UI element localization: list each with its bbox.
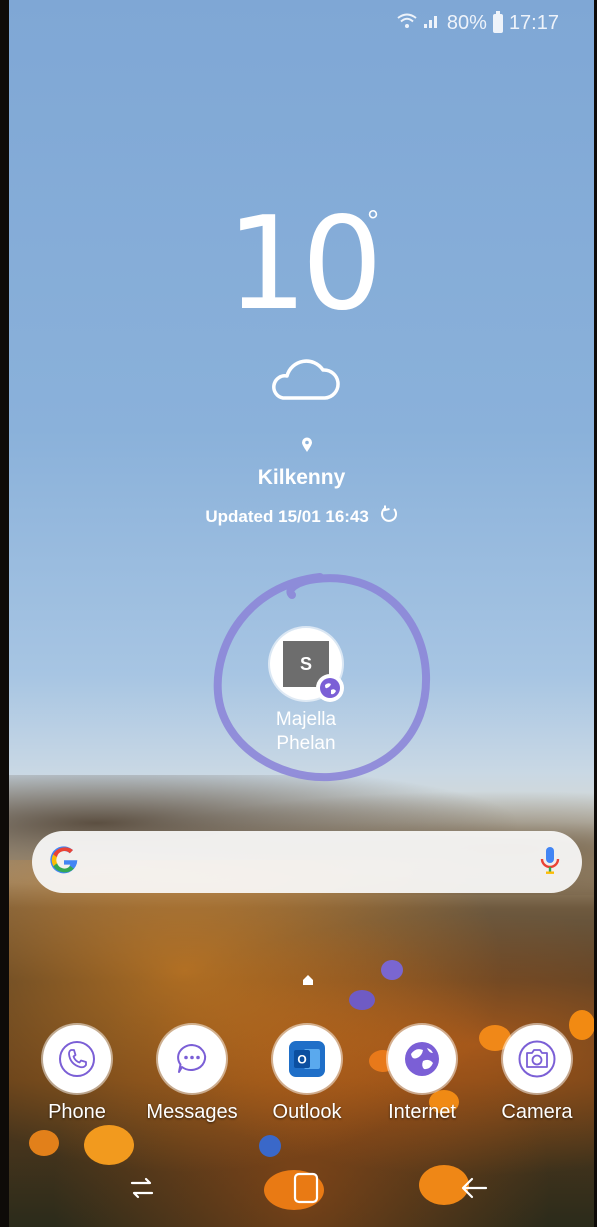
- degree-symbol: °: [367, 205, 379, 238]
- home-screen: 80% 17:17 10 ° Kilkenny Updated 15/01 16…: [9, 0, 594, 1227]
- google-logo: [50, 845, 78, 882]
- app-camera[interactable]: Camera: [482, 1025, 592, 1124]
- navigation-bar: [9, 1165, 594, 1215]
- svg-text:O: O: [297, 1053, 306, 1067]
- back-icon[interactable]: [456, 1170, 492, 1211]
- app-internet[interactable]: Internet: [367, 1025, 477, 1124]
- wifi-icon: [397, 12, 417, 35]
- weather-updated: Updated 15/01 16:43: [9, 505, 594, 528]
- temperature[interactable]: 10: [9, 190, 594, 339]
- refresh-icon[interactable]: [380, 505, 398, 528]
- recent-apps-icon[interactable]: [124, 1170, 160, 1211]
- app-label: Internet: [388, 1101, 456, 1123]
- app-outlook[interactable]: O Outlook: [252, 1025, 362, 1124]
- camera-icon: [503, 1025, 571, 1093]
- google-search-bar[interactable]: [32, 831, 582, 893]
- globe-icon: [388, 1025, 456, 1093]
- contact-name[interactable]: Majella Phelan: [257, 708, 355, 756]
- app-label: Camera: [501, 1101, 573, 1123]
- battery-icon: [492, 11, 503, 33]
- app-phone[interactable]: Phone: [22, 1025, 132, 1124]
- home-page-indicator-icon: [301, 973, 315, 992]
- outlook-icon: O: [273, 1025, 341, 1093]
- app-dock: Phone Messages O Outlook Internet Camera: [9, 1025, 594, 1130]
- contact-name-line1: Majella: [275, 709, 337, 730]
- location-pin-icon: [301, 437, 313, 458]
- phone-icon: [43, 1025, 111, 1093]
- app-label: Outlook: [272, 1101, 342, 1123]
- mic-icon[interactable]: [540, 846, 560, 881]
- status-bar: 80% 17:17: [397, 11, 559, 35]
- contact-shortcut[interactable]: S: [270, 628, 344, 702]
- cloud-icon: [267, 358, 341, 405]
- app-label: Messages: [146, 1101, 238, 1123]
- weather-location: Kilkenny: [257, 466, 346, 489]
- contact-name-line2: Phelan: [276, 733, 336, 754]
- weather-updated-text: Updated 15/01 16:43: [205, 506, 369, 526]
- battery-percent: 80%: [446, 12, 487, 34]
- chat-icon: [158, 1025, 226, 1093]
- app-messages[interactable]: Messages: [137, 1025, 247, 1124]
- home-button-icon[interactable]: [291, 1170, 321, 1211]
- clock: 17:17: [508, 12, 559, 34]
- globe-icon: [316, 674, 344, 702]
- signal-icon: [423, 12, 441, 35]
- app-label: Phone: [48, 1101, 106, 1123]
